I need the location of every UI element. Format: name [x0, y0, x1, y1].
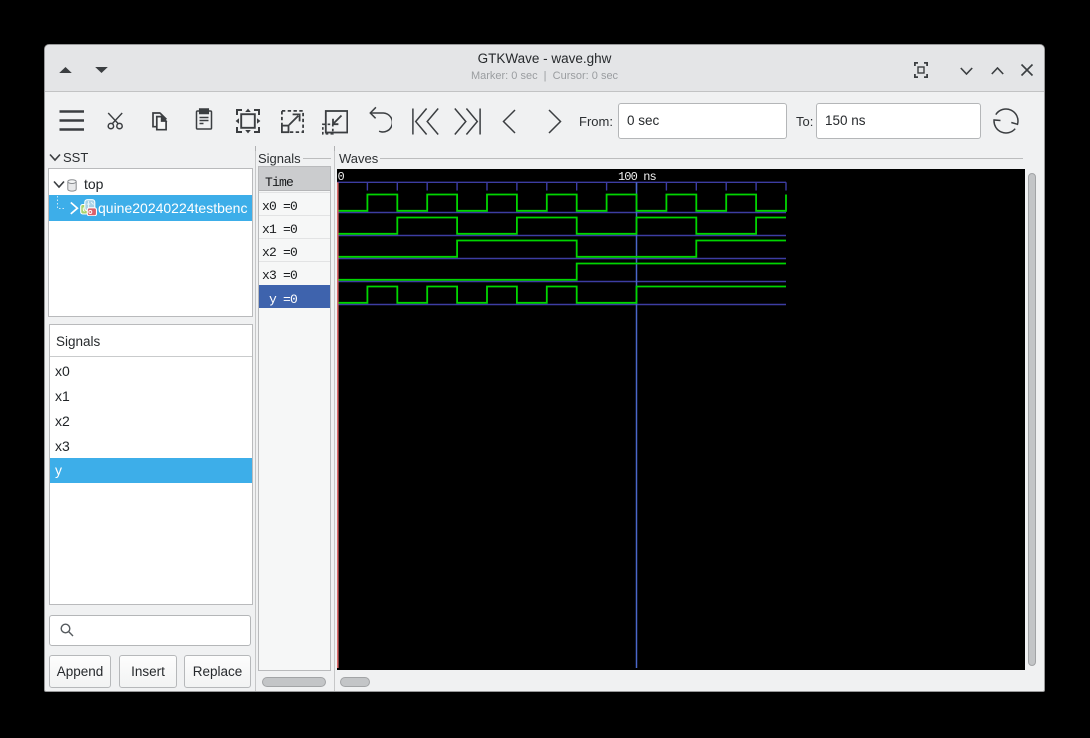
svg-text:0: 0 [338, 170, 345, 184]
svg-text:100 ns: 100 ns [618, 170, 657, 184]
